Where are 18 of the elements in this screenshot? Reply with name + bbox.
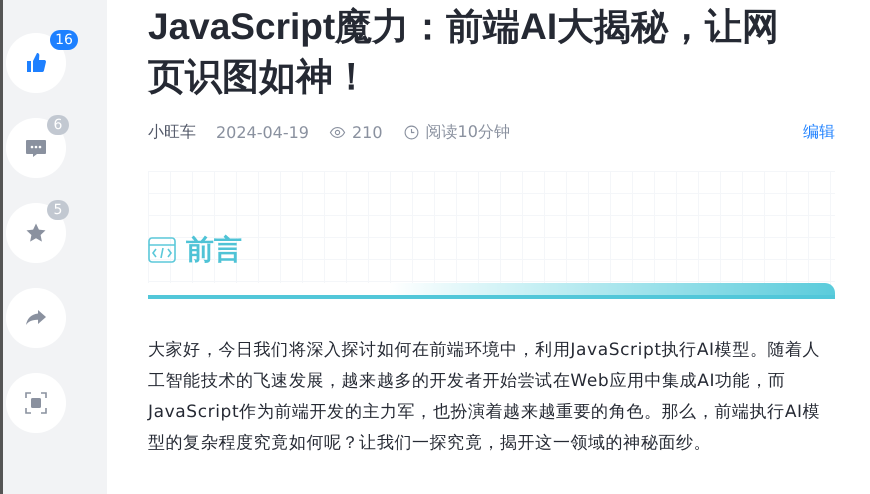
read-time: 阅读10分钟 xyxy=(426,122,510,143)
comment-button[interactable] xyxy=(6,118,66,178)
article-title: JavaScript魔力：前端AI大揭秘，让网页识图如神！ xyxy=(148,5,780,99)
eye-icon xyxy=(328,124,346,141)
count-badge: 5 xyxy=(47,200,69,220)
view-count: 210 xyxy=(352,123,383,142)
thumbs-up-icon xyxy=(24,51,48,75)
clock-icon xyxy=(402,124,420,141)
section-heading: 前言 xyxy=(186,232,242,268)
author-name: 小旺车 xyxy=(148,122,196,143)
count-badge: 6 xyxy=(47,115,69,135)
count-badge: 16 xyxy=(50,30,78,50)
focus-icon xyxy=(24,391,48,415)
intro-paragraph: 大家好，今日我们将深入探讨如何在前端环境中，利用JavaScript执行AI模型。随着人工智能技术的飞速发展，越来越多的开发者开始尝试在Web应用中集成AI功能，而JavaScript作为前端开发的主力军，也扮演着越来越重要的角色。那么，前端执行AI模型的复杂程度究竟如何呢？让我们一探究竟，揭开这一领域的神秘面纱。 xyxy=(148,339,822,455)
code-window-icon xyxy=(148,237,176,263)
publish-date: 2024-04-19 xyxy=(216,123,309,142)
star-button[interactable] xyxy=(6,203,66,263)
edit-link[interactable]: 编辑 xyxy=(803,122,835,143)
